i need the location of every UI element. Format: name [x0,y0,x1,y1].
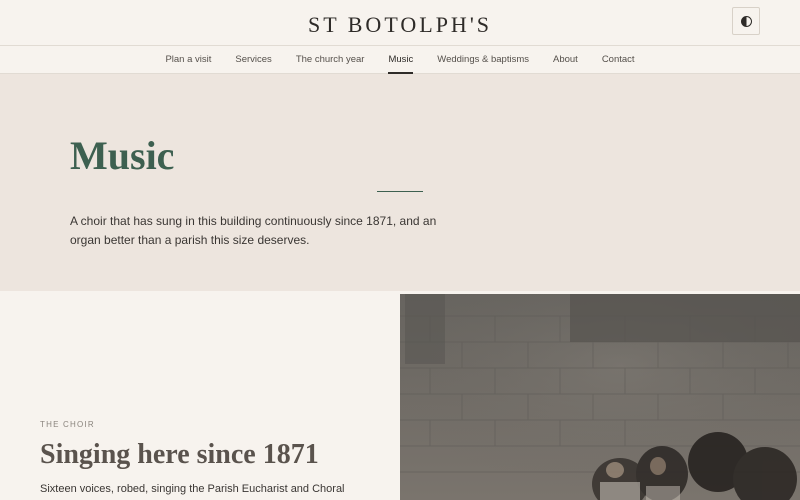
nav-item-services[interactable]: Services [235,46,271,74]
nav-item-music[interactable]: Music [388,46,413,74]
hero-section: Music A choir that has sung in this buil… [0,74,800,291]
nav-item-about[interactable]: About [553,46,578,74]
nav-item-contact[interactable]: Contact [602,46,635,74]
page-title: Music [70,133,175,178]
choir-photo [400,294,800,500]
half-circle-icon [740,15,752,27]
site-header: ST BOTOLPH'S [0,0,800,46]
section-eyebrow: THE CHOIR [40,420,95,429]
title-divider [377,191,423,192]
section-title: Singing here since 1871 [40,439,319,470]
site-title[interactable]: ST BOTOLPH'S [0,12,800,38]
section-text: Sixteen voices, robed, singing the Paris… [40,483,345,495]
nav-item-church-year[interactable]: The church year [296,46,365,74]
choir-photo-image [400,294,800,500]
nav-item-weddings-baptisms[interactable]: Weddings & baptisms [437,46,529,74]
nav-item-plan-a-visit[interactable]: Plan a visit [165,46,211,74]
theme-toggle-button[interactable] [732,7,760,35]
main-nav: Plan a visit Services The church year Mu… [0,46,800,74]
hero-intro: A choir that has sung in this building c… [70,214,437,247]
